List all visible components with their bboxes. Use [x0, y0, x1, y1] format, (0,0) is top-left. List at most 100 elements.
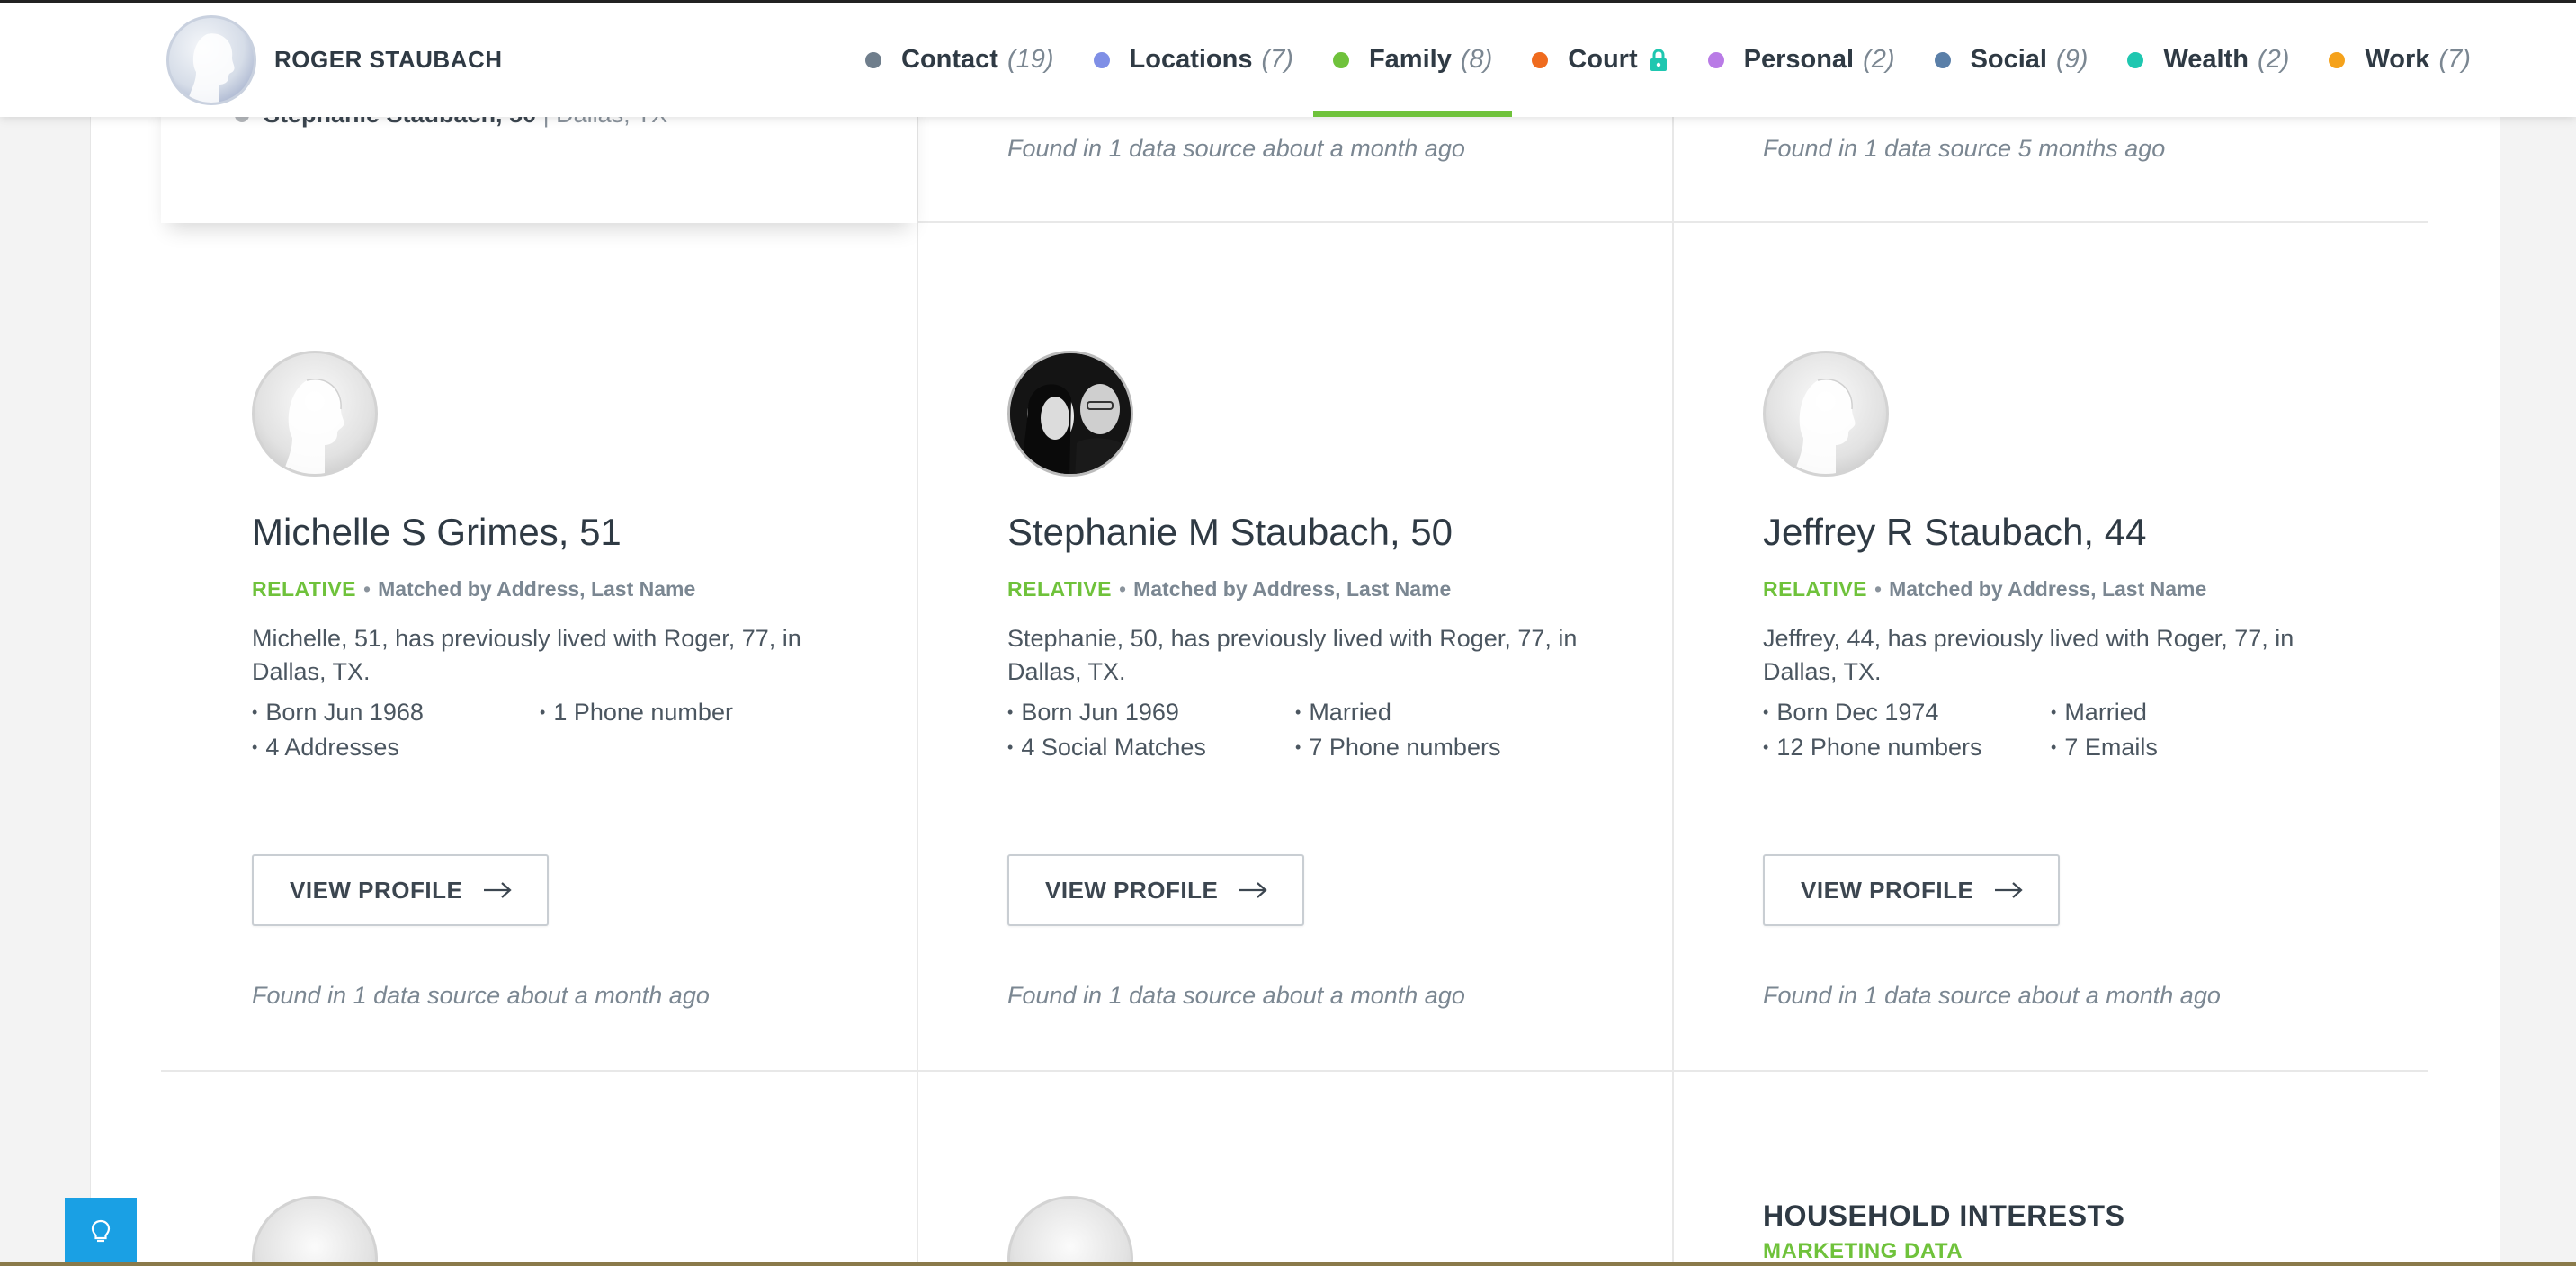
- view-profile-button[interactable]: VIEW PROFILE: [252, 854, 549, 926]
- found-note: Found in 1 data source about a month ago: [1763, 982, 2221, 1009]
- person-silhouette-icon: [282, 379, 344, 474]
- nav-tab-locations[interactable]: Locations (7): [1074, 3, 1313, 117]
- household-interests-title: HOUSEHOLD INTERESTS: [1763, 1199, 2125, 1232]
- relation-meta: RELATIVE • Matched by Address, Last Name: [1007, 577, 1451, 602]
- relative-card: Michelle S Grimes, 51 RELATIVE • Matched by…: [252, 351, 881, 1034]
- nav-tab-wealth[interactable]: Wealth (2): [2107, 3, 2309, 117]
- profile-photo: [1010, 353, 1131, 474]
- found-note: Found in 1 data source about a month ago: [1007, 135, 1465, 162]
- relative-card: Jeffrey R Staubach, 44 RELATIVE • Matched b…: [1763, 351, 2393, 1034]
- row-divider: [917, 221, 2428, 223]
- nav-tab-count: (2): [1863, 45, 1895, 74]
- arrow-right-icon: [1993, 881, 2024, 899]
- relation-badge: RELATIVE: [1763, 577, 1868, 601]
- relative-card: Stephanie M Staubach, 50 RELATIVE • Matched…: [1007, 351, 1637, 1034]
- relative-summary: Jeffrey, 44, has previously lived with R…: [1763, 625, 2294, 685]
- nav-tab-contact[interactable]: Contact (19): [845, 3, 1074, 117]
- row-divider: [161, 1070, 2428, 1072]
- relative-name[interactable]: Stephanie M Staubach, 50: [1007, 511, 1453, 554]
- fact-item: 4 Addresses: [252, 731, 540, 764]
- match-reason: Matched by Address, Last Name: [1889, 577, 2207, 601]
- relative-summary: Stephanie, 50, has previously lived with…: [1007, 625, 1578, 685]
- relation-meta: RELATIVE • Matched by Address, Last Name: [1763, 577, 2206, 602]
- column-divider: [917, 117, 918, 1266]
- nav-tab-label: Court: [1568, 45, 1638, 74]
- nav-tab-social[interactable]: Social (9): [1915, 3, 2108, 117]
- fact-item: 7 Emails: [2051, 731, 2357, 764]
- nav-tab-count: (2): [2258, 45, 2290, 74]
- found-note: Found in 1 data source about a month ago: [252, 982, 710, 1009]
- lightbulb-icon: [91, 1219, 111, 1243]
- separator-dot: •: [363, 577, 371, 601]
- relative-summary: Michelle, 51, has previously lived with …: [252, 625, 801, 685]
- nav-tab-count: (9): [2056, 45, 2089, 74]
- relative-avatar[interactable]: [1763, 351, 1889, 477]
- fact-item: Born Jun 1968: [252, 696, 540, 729]
- nav-tab-court[interactable]: Court: [1512, 3, 1687, 117]
- arrow-right-icon: [1995, 882, 2023, 898]
- nav-tab-label: Contact: [901, 45, 998, 74]
- fact-item: Born Jun 1969: [1007, 696, 1295, 729]
- nav-tab-label: Wealth: [2163, 45, 2249, 74]
- relative-name[interactable]: Michelle S Grimes, 51: [252, 511, 622, 554]
- fact-item: 1 Phone number: [540, 696, 845, 729]
- category-dot: [1093, 51, 1110, 68]
- fact-list: Born Jun 19681 Phone number4 Addresses: [252, 696, 845, 764]
- fact-item: Married: [2051, 696, 2357, 729]
- nav-tab-work[interactable]: Work (7): [2309, 3, 2490, 117]
- nav-tab-personal[interactable]: Personal (2): [1688, 3, 1915, 117]
- match-reason: Matched by Address, Last Name: [1133, 577, 1452, 601]
- relative-avatar[interactable]: [252, 351, 378, 477]
- category-dot: [1332, 51, 1349, 68]
- found-note: Found in 1 data source about a month ago: [1007, 982, 1465, 1009]
- fact-item: 4 Social Matches: [1007, 731, 1295, 764]
- view-profile-button[interactable]: VIEW PROFILE: [1007, 854, 1304, 926]
- separator-dot: •: [1119, 577, 1127, 601]
- household-interests-subtitle: MARKETING DATA: [1763, 1239, 1963, 1263]
- fact-item: Born Dec 1974: [1763, 696, 2051, 729]
- relation-badge: RELATIVE: [252, 577, 357, 601]
- top-nav-bar: ROGER STAUBACH Contact (19) Locations (7) Fa…: [0, 0, 2576, 117]
- nav-tab-label: Social: [1970, 45, 2047, 74]
- category-nav: Contact (19) Locations (7) Family (8) Court Per…: [845, 3, 2491, 117]
- separator-dot: •: [1874, 577, 1883, 601]
- view-profile-button[interactable]: VIEW PROFILE: [1763, 854, 2060, 926]
- found-note: Found in 1 data source 5 months ago: [1763, 135, 2166, 162]
- subject-avatar[interactable]: [166, 15, 256, 105]
- column-divider: [1672, 117, 1674, 1266]
- nav-tab-count: (7): [2438, 45, 2471, 74]
- arrow-right-icon: [1239, 882, 1267, 898]
- person-silhouette-icon: [1793, 379, 1856, 474]
- nav-tab-label: Family: [1368, 45, 1452, 74]
- nav-tab-label: Personal: [1743, 45, 1855, 74]
- person-silhouette-icon: [187, 33, 235, 103]
- category-dot: [2329, 51, 2346, 68]
- arrow-right-icon: [1238, 881, 1268, 899]
- relation-meta: RELATIVE • Matched by Address, Last Name: [252, 577, 695, 602]
- nav-tab-count: (8): [1460, 45, 1493, 74]
- match-reason: Matched by Address, Last Name: [378, 577, 696, 601]
- fact-list: Born Jun 1969Married4 Social Matches7 Ph…: [1007, 696, 1601, 764]
- fact-list: Born Dec 1974Married12 Phone numbers7 Em…: [1763, 696, 2357, 764]
- fact-item: 12 Phone numbers: [1763, 731, 2051, 764]
- fact-item: 7 Phone numbers: [1295, 731, 1601, 764]
- nav-tab-label: Work: [2365, 45, 2430, 74]
- fact-item: Married: [1295, 696, 1601, 729]
- relative-name[interactable]: Jeffrey R Staubach, 44: [1763, 511, 2146, 554]
- nav-tab-label: Locations: [1129, 45, 1253, 74]
- relative-avatar[interactable]: [1007, 351, 1133, 477]
- category-dot: [1707, 51, 1724, 68]
- help-button[interactable]: [65, 1198, 137, 1266]
- category-dot: [1934, 51, 1951, 68]
- button-label: VIEW PROFILE: [290, 876, 463, 904]
- arrow-right-icon: [484, 882, 512, 898]
- category-dot: [2127, 51, 2144, 68]
- button-label: VIEW PROFILE: [1801, 876, 1974, 904]
- relation-badge: RELATIVE: [1007, 577, 1113, 601]
- window-edge: [0, 1262, 2576, 1266]
- subject-name: ROGER STAUBACH: [274, 46, 503, 73]
- nav-tab-family[interactable]: Family (8): [1312, 3, 1513, 117]
- lock-icon: [1649, 48, 1668, 72]
- category-dot: [865, 51, 881, 68]
- category-dot: [1532, 51, 1549, 68]
